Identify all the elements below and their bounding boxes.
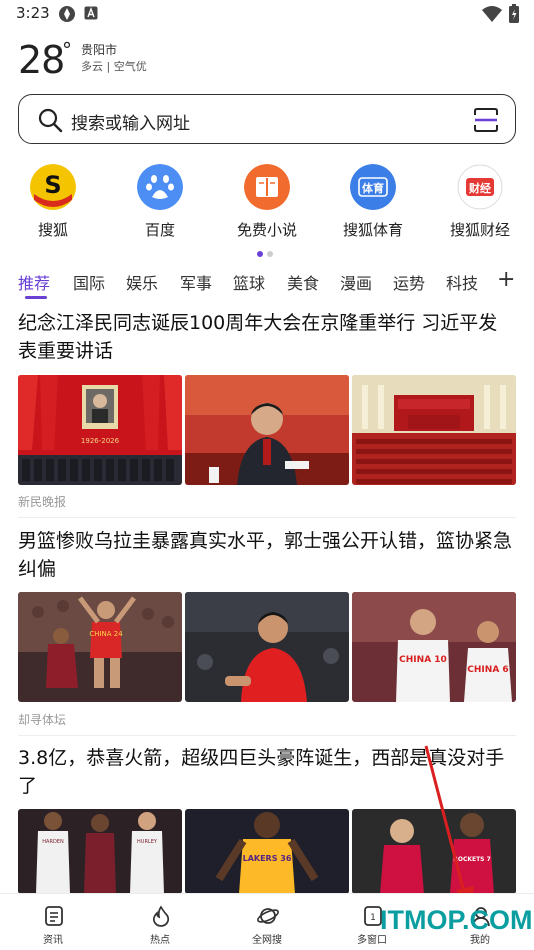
quick-links: S 搜狐 百度 免费小说 体育 搜狐体育 财经 搜狐财经 <box>0 162 534 242</box>
players-image: CHINA 10 CHINA 6 <box>352 592 516 702</box>
quick-link-label: 百度 <box>144 221 175 239</box>
news-item[interactable]: 男篮惨败乌拉圭暴露真实水平，郭士强公开认错，篮协紧急纠偏 CHINA 24 CH… <box>0 527 534 737</box>
weather-condition: 多云 | 空气优 <box>81 60 147 73</box>
great-hall-image <box>352 375 516 485</box>
baidu-paw-icon <box>137 164 183 210</box>
divider <box>18 517 516 518</box>
status-bar: 3:23 <box>0 0 534 28</box>
tab-recommend[interactable]: 推荐 <box>18 270 50 294</box>
tab-food[interactable]: 美食 <box>287 270 319 294</box>
sports-icon: 体育 <box>350 164 396 210</box>
news-image[interactable] <box>185 375 349 485</box>
news-title[interactable]: 男篮惨败乌拉圭暴露真实水平，郭士强公开认错，篮协紧急纠偏 <box>18 527 516 583</box>
page-dot-active <box>257 251 263 257</box>
jersey-text: HURLEY <box>137 839 158 845</box>
book-icon <box>244 164 290 210</box>
battery-icon <box>509 4 519 23</box>
planet-icon <box>257 908 279 924</box>
news-image[interactable] <box>185 592 349 702</box>
sports-icon-text: 体育 <box>362 181 384 195</box>
news-image[interactable]: CHINA 24 <box>18 592 182 702</box>
news-source: 却寻体坛 <box>18 713 67 727</box>
news-image[interactable]: CHINA 10 CHINA 6 <box>352 592 516 702</box>
watermark-logo: ITMOP.COM <box>380 905 533 935</box>
divider <box>18 735 516 736</box>
news-item[interactable]: 3.8亿，恭喜火箭，超级四巨头豪阵诞生，西部是真没对手了 HARDEN HURL… <box>0 744 534 894</box>
nav-item-news[interactable]: 资讯 <box>3 894 103 950</box>
category-tabs: 推荐 国际 娱乐 军事 篮球 美食 漫画 运势 科技 + <box>0 266 534 300</box>
flame-icon <box>152 905 170 927</box>
nav-label: 热点 <box>150 935 170 946</box>
jersey-text: LAKERS 36 <box>243 854 292 863</box>
page-indicator <box>257 251 277 259</box>
nav-item-search[interactable]: 全网搜 <box>217 894 317 950</box>
app-notification-icon <box>59 6 75 22</box>
image-caption: 1926-2026 <box>81 437 120 445</box>
finance-icon: 财经 <box>457 164 503 210</box>
finance-icon-text: 财经 <box>468 181 491 195</box>
speaker-image <box>185 375 349 485</box>
wifi-icon <box>482 6 502 22</box>
tab-tech[interactable]: 科技 <box>446 270 478 294</box>
basketball-dunk-image: CHINA 24 <box>18 592 182 702</box>
news-images: CHINA 24 CHINA 10 CHINA 6 <box>18 592 516 702</box>
quick-link-label: 搜狐体育 <box>342 221 403 239</box>
quick-link-novel[interactable]: 免费小说 <box>222 162 312 242</box>
font-notification-icon <box>84 6 98 20</box>
quick-link-label: 搜狐财经 <box>449 221 510 239</box>
news-source: 新民晚报 <box>18 495 67 509</box>
news-title[interactable]: 纪念江泽民同志诞辰100周年大会在京隆重举行 习近平发表重要讲话 <box>18 309 516 365</box>
jersey-text: ROCKETS 7 <box>453 856 491 863</box>
news-image[interactable]: LAKERS 36 <box>185 809 349 894</box>
quick-link-sohu[interactable]: S 搜狐 <box>8 162 98 242</box>
quick-link-label: 免费小说 <box>236 221 297 239</box>
jersey-text: CHINA 6 <box>467 665 508 675</box>
quick-link-baidu[interactable]: 百度 <box>115 162 205 242</box>
quick-link-label: 搜狐 <box>37 221 68 239</box>
news-images: 1926-2026 <box>18 375 516 485</box>
jersey-text: CHINA 24 <box>89 630 123 638</box>
tab-international[interactable]: 国际 <box>73 270 105 294</box>
search-placeholder: 搜索或输入网址 <box>71 114 190 134</box>
status-time: 3:23 <box>16 4 50 22</box>
search-icon <box>38 108 63 133</box>
quick-link-finance[interactable]: 财经 搜狐财经 <box>435 162 525 242</box>
scan-icon[interactable] <box>473 107 499 133</box>
jersey-text: HARDEN <box>42 839 64 845</box>
news-images: HARDEN HURLEY LAKERS 36 ROCKETS 7 <box>18 809 516 894</box>
tab-military[interactable]: 军事 <box>180 270 212 294</box>
weather-temperature: 28 <box>18 38 65 82</box>
nav-label: 资讯 <box>43 935 63 946</box>
memorial-stage-image: 1926-2026 <box>18 375 182 485</box>
tab-comics[interactable]: 漫画 <box>340 270 372 294</box>
search-bar[interactable]: 搜索或输入网址 <box>18 94 516 144</box>
lakers-player-image: LAKERS 36 <box>185 809 349 894</box>
svg-text:S: S <box>44 171 61 199</box>
jersey-text: CHINA 10 <box>399 655 447 665</box>
nav-label: 全网搜 <box>252 935 282 946</box>
news-image[interactable]: ROCKETS 7 <box>352 809 516 894</box>
tab-entertainment[interactable]: 娱乐 <box>126 270 158 294</box>
news-image[interactable]: HARDEN HURLEY <box>18 809 182 894</box>
news-title[interactable]: 3.8亿，恭喜火箭，超级四巨头豪阵诞生，西部是真没对手了 <box>18 744 516 800</box>
coach-image <box>185 592 349 702</box>
active-tab-indicator <box>25 296 47 299</box>
tab-horoscope[interactable]: 运势 <box>393 270 425 294</box>
sohu-logo-icon: S <box>30 164 76 210</box>
tab-basketball[interactable]: 篮球 <box>233 270 265 294</box>
news-item[interactable]: 纪念江泽民同志诞辰100周年大会在京隆重举行 习近平发表重要讲话 1926-20… <box>0 309 534 519</box>
quick-link-sports[interactable]: 体育 搜狐体育 <box>328 162 418 242</box>
add-tab-button[interactable]: + <box>497 267 515 292</box>
news-image[interactable] <box>352 375 516 485</box>
weather-city: 贵阳市 <box>81 43 118 57</box>
news-icon <box>45 906 63 926</box>
cavaliers-players-image: HARDEN HURLEY <box>18 809 182 894</box>
weather-degree-symbol: ° <box>62 38 72 62</box>
rockets-players-image: ROCKETS 7 <box>352 809 516 894</box>
windows-count: 1 <box>370 913 376 923</box>
news-image[interactable]: 1926-2026 <box>18 375 182 485</box>
nav-item-hot[interactable]: 热点 <box>110 894 210 950</box>
page-dot <box>267 251 273 257</box>
